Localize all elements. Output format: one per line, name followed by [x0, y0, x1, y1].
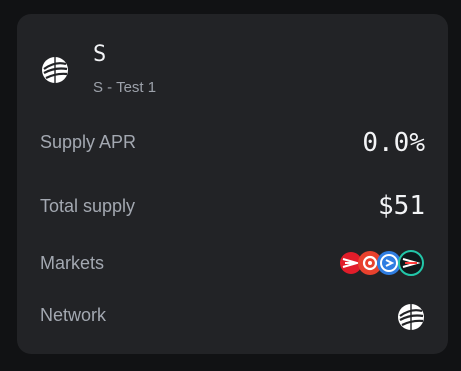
markets-label: Markets — [40, 253, 105, 273]
network-label: Network — [40, 305, 107, 325]
total-supply-value: $51 — [378, 191, 425, 221]
sonic-logo-icon — [42, 57, 68, 83]
vault-card[interactable]: S S - Test 1 Supply APR 0.0% Total suppl… — [17, 14, 448, 354]
blue-market-icon — [377, 251, 401, 275]
sonic-network-icon — [398, 304, 424, 330]
supply-apr-value: 0.0% — [362, 128, 425, 158]
markets-icons[interactable] — [339, 248, 425, 278]
vault-title: S — [93, 42, 107, 67]
dark-teal-market-icon — [398, 250, 424, 276]
supply-apr-label: Supply APR — [40, 132, 137, 152]
vault-subtitle: S - Test 1 — [93, 79, 157, 96]
total-supply-label: Total supply — [40, 196, 136, 216]
